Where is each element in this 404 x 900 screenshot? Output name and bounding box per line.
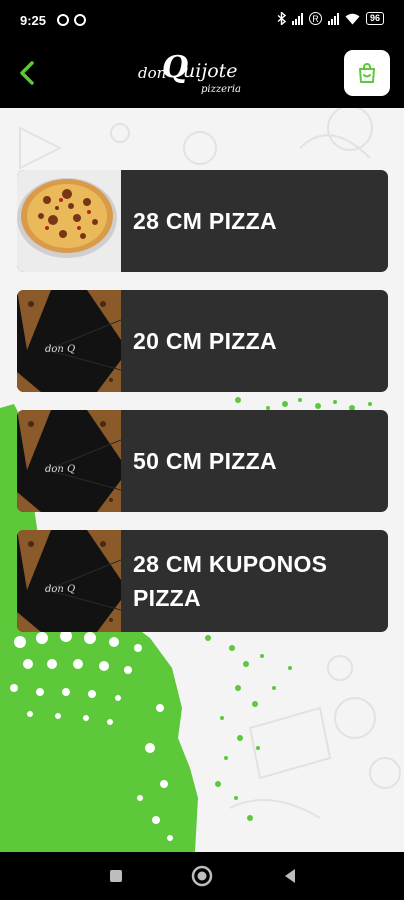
home-button[interactable] — [190, 864, 214, 888]
triangle-back-icon — [285, 869, 295, 883]
back-button[interactable] — [12, 56, 46, 90]
logo-pizza-thumbnail: don Q — [17, 410, 121, 512]
logo-pizza-thumbnail: don Q — [17, 530, 121, 632]
wifi-icon — [345, 13, 360, 24]
pizza-photo-thumbnail — [17, 170, 121, 272]
cart-button[interactable] — [344, 50, 390, 96]
app-header: don Q uijote pizzeria — [0, 44, 404, 108]
circle-home-icon — [191, 865, 213, 887]
svg-text:don Q: don Q — [45, 464, 75, 475]
menu-item-20cm-pizza[interactable]: don Q 20 CM PIZZA — [17, 290, 388, 392]
menu-item-50cm-pizza[interactable]: don Q 50 CM PIZZA — [17, 410, 388, 512]
menu-item-label: 20 CM PIZZA — [133, 327, 277, 354]
menu-content: 28 CM PIZZA don Q 20 CM PIZZA don Q 50 C… — [0, 108, 404, 852]
recents-button[interactable] — [104, 864, 128, 888]
bluetooth-icon — [277, 12, 286, 25]
menu-item-label: 28 CM KUPONOS PIZZA — [133, 550, 328, 612]
roaming-marker: R — [308, 12, 322, 25]
menu-item-label: 28 CM PIZZA — [133, 207, 277, 234]
camera-icon — [74, 14, 86, 26]
shopping-bag-icon — [359, 63, 375, 83]
logo-pizza-thumbnail: don Q — [17, 290, 121, 392]
battery-icon: 96 — [365, 12, 384, 25]
status-time: 9:25 — [20, 13, 47, 28]
menu-item-label: 50 CM PIZZA — [133, 447, 277, 474]
square-recents-icon — [110, 870, 122, 882]
signal-icon — [327, 12, 339, 25]
system-back-button[interactable] — [278, 864, 302, 888]
chevron-left-icon — [20, 61, 34, 85]
signal-icon — [291, 12, 303, 25]
alarm-icon — [57, 14, 69, 26]
system-nav-bar — [0, 852, 404, 900]
svg-text:don Q: don Q — [45, 584, 75, 595]
don-quijote-logo: don Q uijote pizzeria — [138, 50, 241, 95]
svg-text:don Q: don Q — [45, 344, 75, 355]
status-bar: 9:25 R 96 — [0, 0, 404, 44]
menu-item-28cm-kuponos-pizza[interactable]: don Q 28 CM KUPONOS PIZZA — [17, 530, 388, 632]
menu-item-28cm-pizza[interactable]: 28 CM PIZZA — [17, 170, 388, 272]
